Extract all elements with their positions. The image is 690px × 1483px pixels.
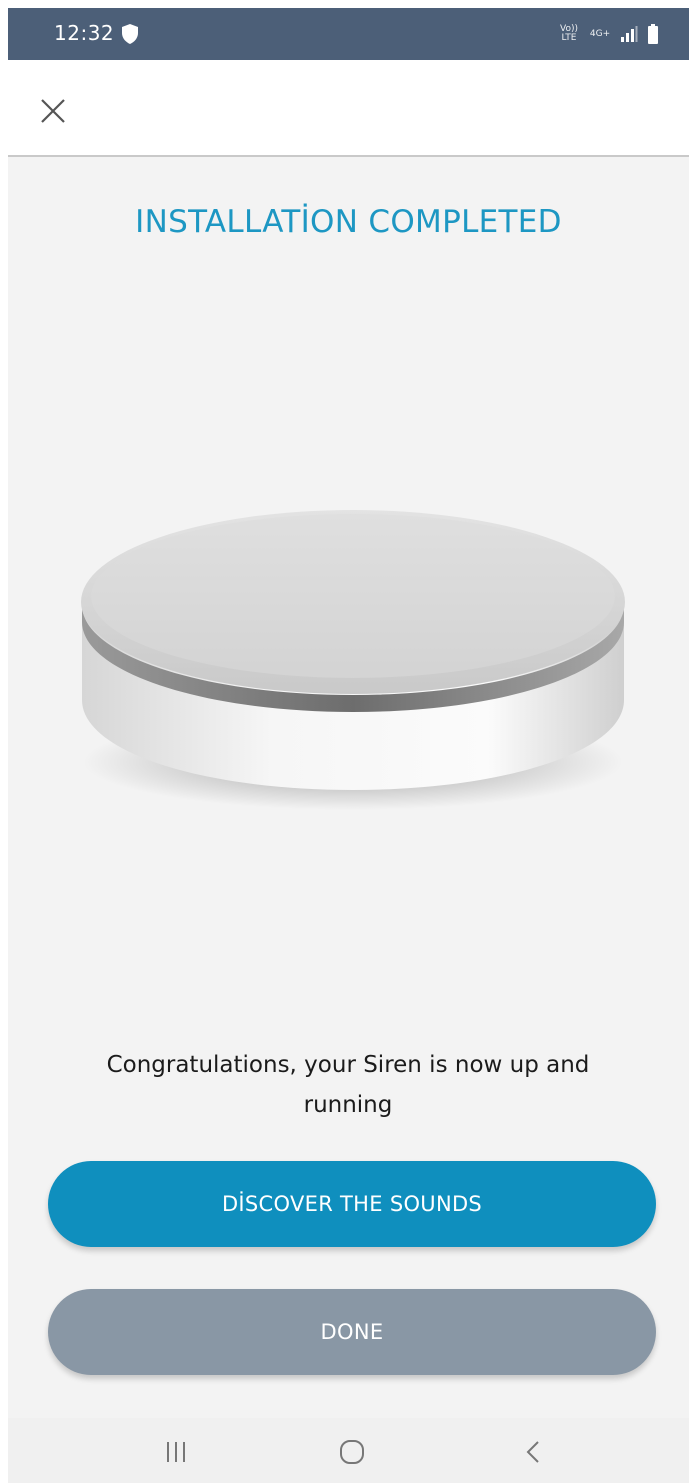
top-app-bar <box>8 60 689 157</box>
battery-icon <box>648 24 658 44</box>
status-icons: Vo)) LTE 4G+ <box>558 22 659 46</box>
home-icon[interactable] <box>332 1434 372 1470</box>
shield-icon <box>122 24 138 44</box>
status-time: 12:32 <box>54 21 115 45</box>
volte-indicator: Vo)) LTE <box>560 24 578 43</box>
signal-icon <box>621 26 638 42</box>
close-icon[interactable] <box>32 88 76 132</box>
status-bar: 12:32 Vo)) LTE 4G+ <box>8 8 689 60</box>
done-label: DONE <box>320 1320 384 1344</box>
done-button[interactable]: DONE <box>48 1289 656 1375</box>
system-nav-bar <box>8 1418 689 1483</box>
siren-device-image <box>81 510 625 810</box>
back-icon[interactable] <box>514 1434 554 1470</box>
success-message: Congratulations, your Siren is now up an… <box>106 1052 590 1118</box>
network-4g-indicator: 4G+ <box>589 28 611 39</box>
app-screen: 12:32 Vo)) LTE 4G+ INSTALLATİON COMPLETE… <box>8 8 689 1483</box>
recent-apps-icon[interactable] <box>156 1434 196 1470</box>
discover-sounds-label: DİSCOVER THE SOUNDS <box>221 1192 483 1216</box>
page-title: INSTALLATİON COMPLETED <box>135 204 562 240</box>
discover-sounds-button[interactable]: DİSCOVER THE SOUNDS <box>48 1161 656 1247</box>
